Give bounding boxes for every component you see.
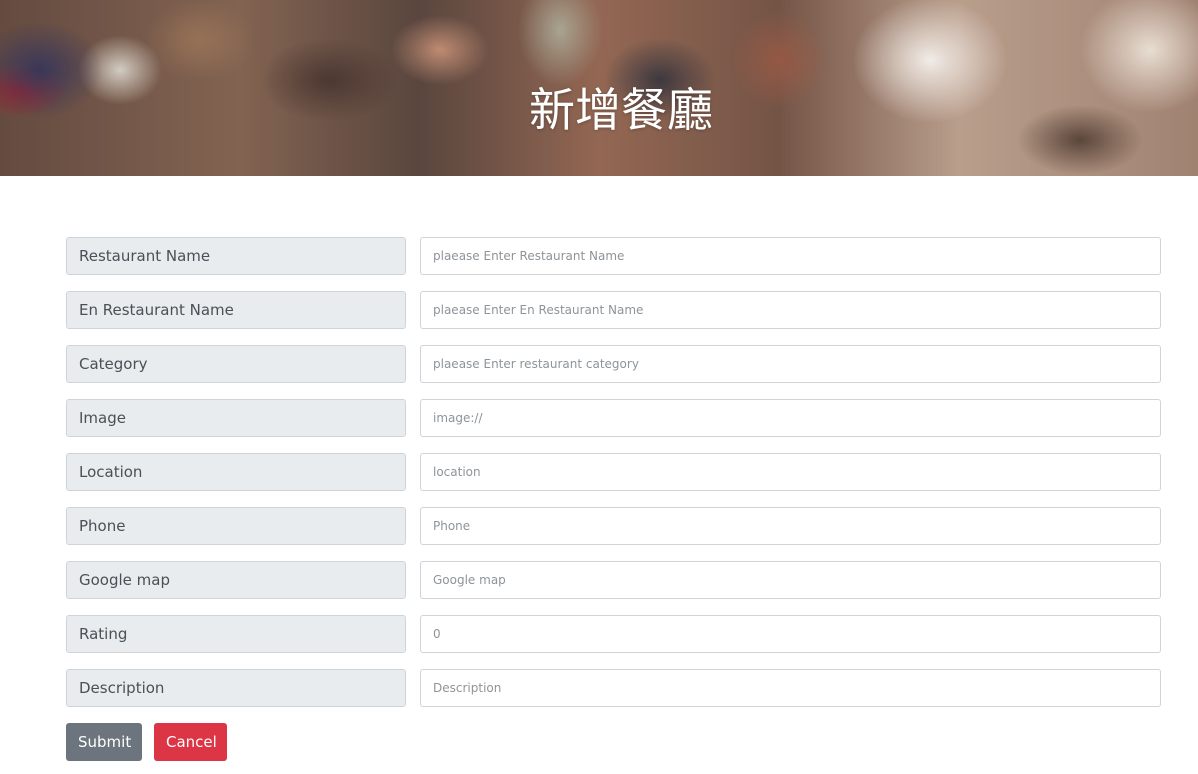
image-label: Image [66, 399, 406, 437]
restaurant-name-input[interactable] [420, 237, 1161, 275]
form-row-en-restaurant-name: En Restaurant Name [66, 291, 1161, 329]
new-restaurant-form: Restaurant Name En Restaurant Name Categ… [66, 237, 1161, 723]
header-banner: 新增餐廳 [0, 0, 1198, 176]
description-input[interactable] [420, 669, 1161, 707]
restaurant-name-label: Restaurant Name [66, 237, 406, 275]
image-input[interactable] [420, 399, 1161, 437]
phone-input[interactable] [420, 507, 1161, 545]
google-map-input[interactable] [420, 561, 1161, 599]
description-label: Description [66, 669, 406, 707]
google-map-label: Google map [66, 561, 406, 599]
form-row-google-map: Google map [66, 561, 1161, 599]
en-restaurant-name-input[interactable] [420, 291, 1161, 329]
location-label: Location [66, 453, 406, 491]
form-row-phone: Phone [66, 507, 1161, 545]
form-row-restaurant-name: Restaurant Name [66, 237, 1161, 275]
form-row-location: Location [66, 453, 1161, 491]
submit-button[interactable]: Submit [66, 723, 142, 761]
category-label: Category [66, 345, 406, 383]
en-restaurant-name-label: En Restaurant Name [66, 291, 406, 329]
form-row-rating: Rating [66, 615, 1161, 653]
form-row-image: Image [66, 399, 1161, 437]
category-input[interactable] [420, 345, 1161, 383]
page-title: 新增餐廳 [529, 83, 713, 137]
form-row-category: Category [66, 345, 1161, 383]
rating-input[interactable] [420, 615, 1161, 653]
rating-label: Rating [66, 615, 406, 653]
form-actions: Submit Cancel [66, 723, 227, 761]
phone-label: Phone [66, 507, 406, 545]
cancel-button[interactable]: Cancel [154, 723, 227, 761]
location-input[interactable] [420, 453, 1161, 491]
form-row-description: Description [66, 669, 1161, 707]
